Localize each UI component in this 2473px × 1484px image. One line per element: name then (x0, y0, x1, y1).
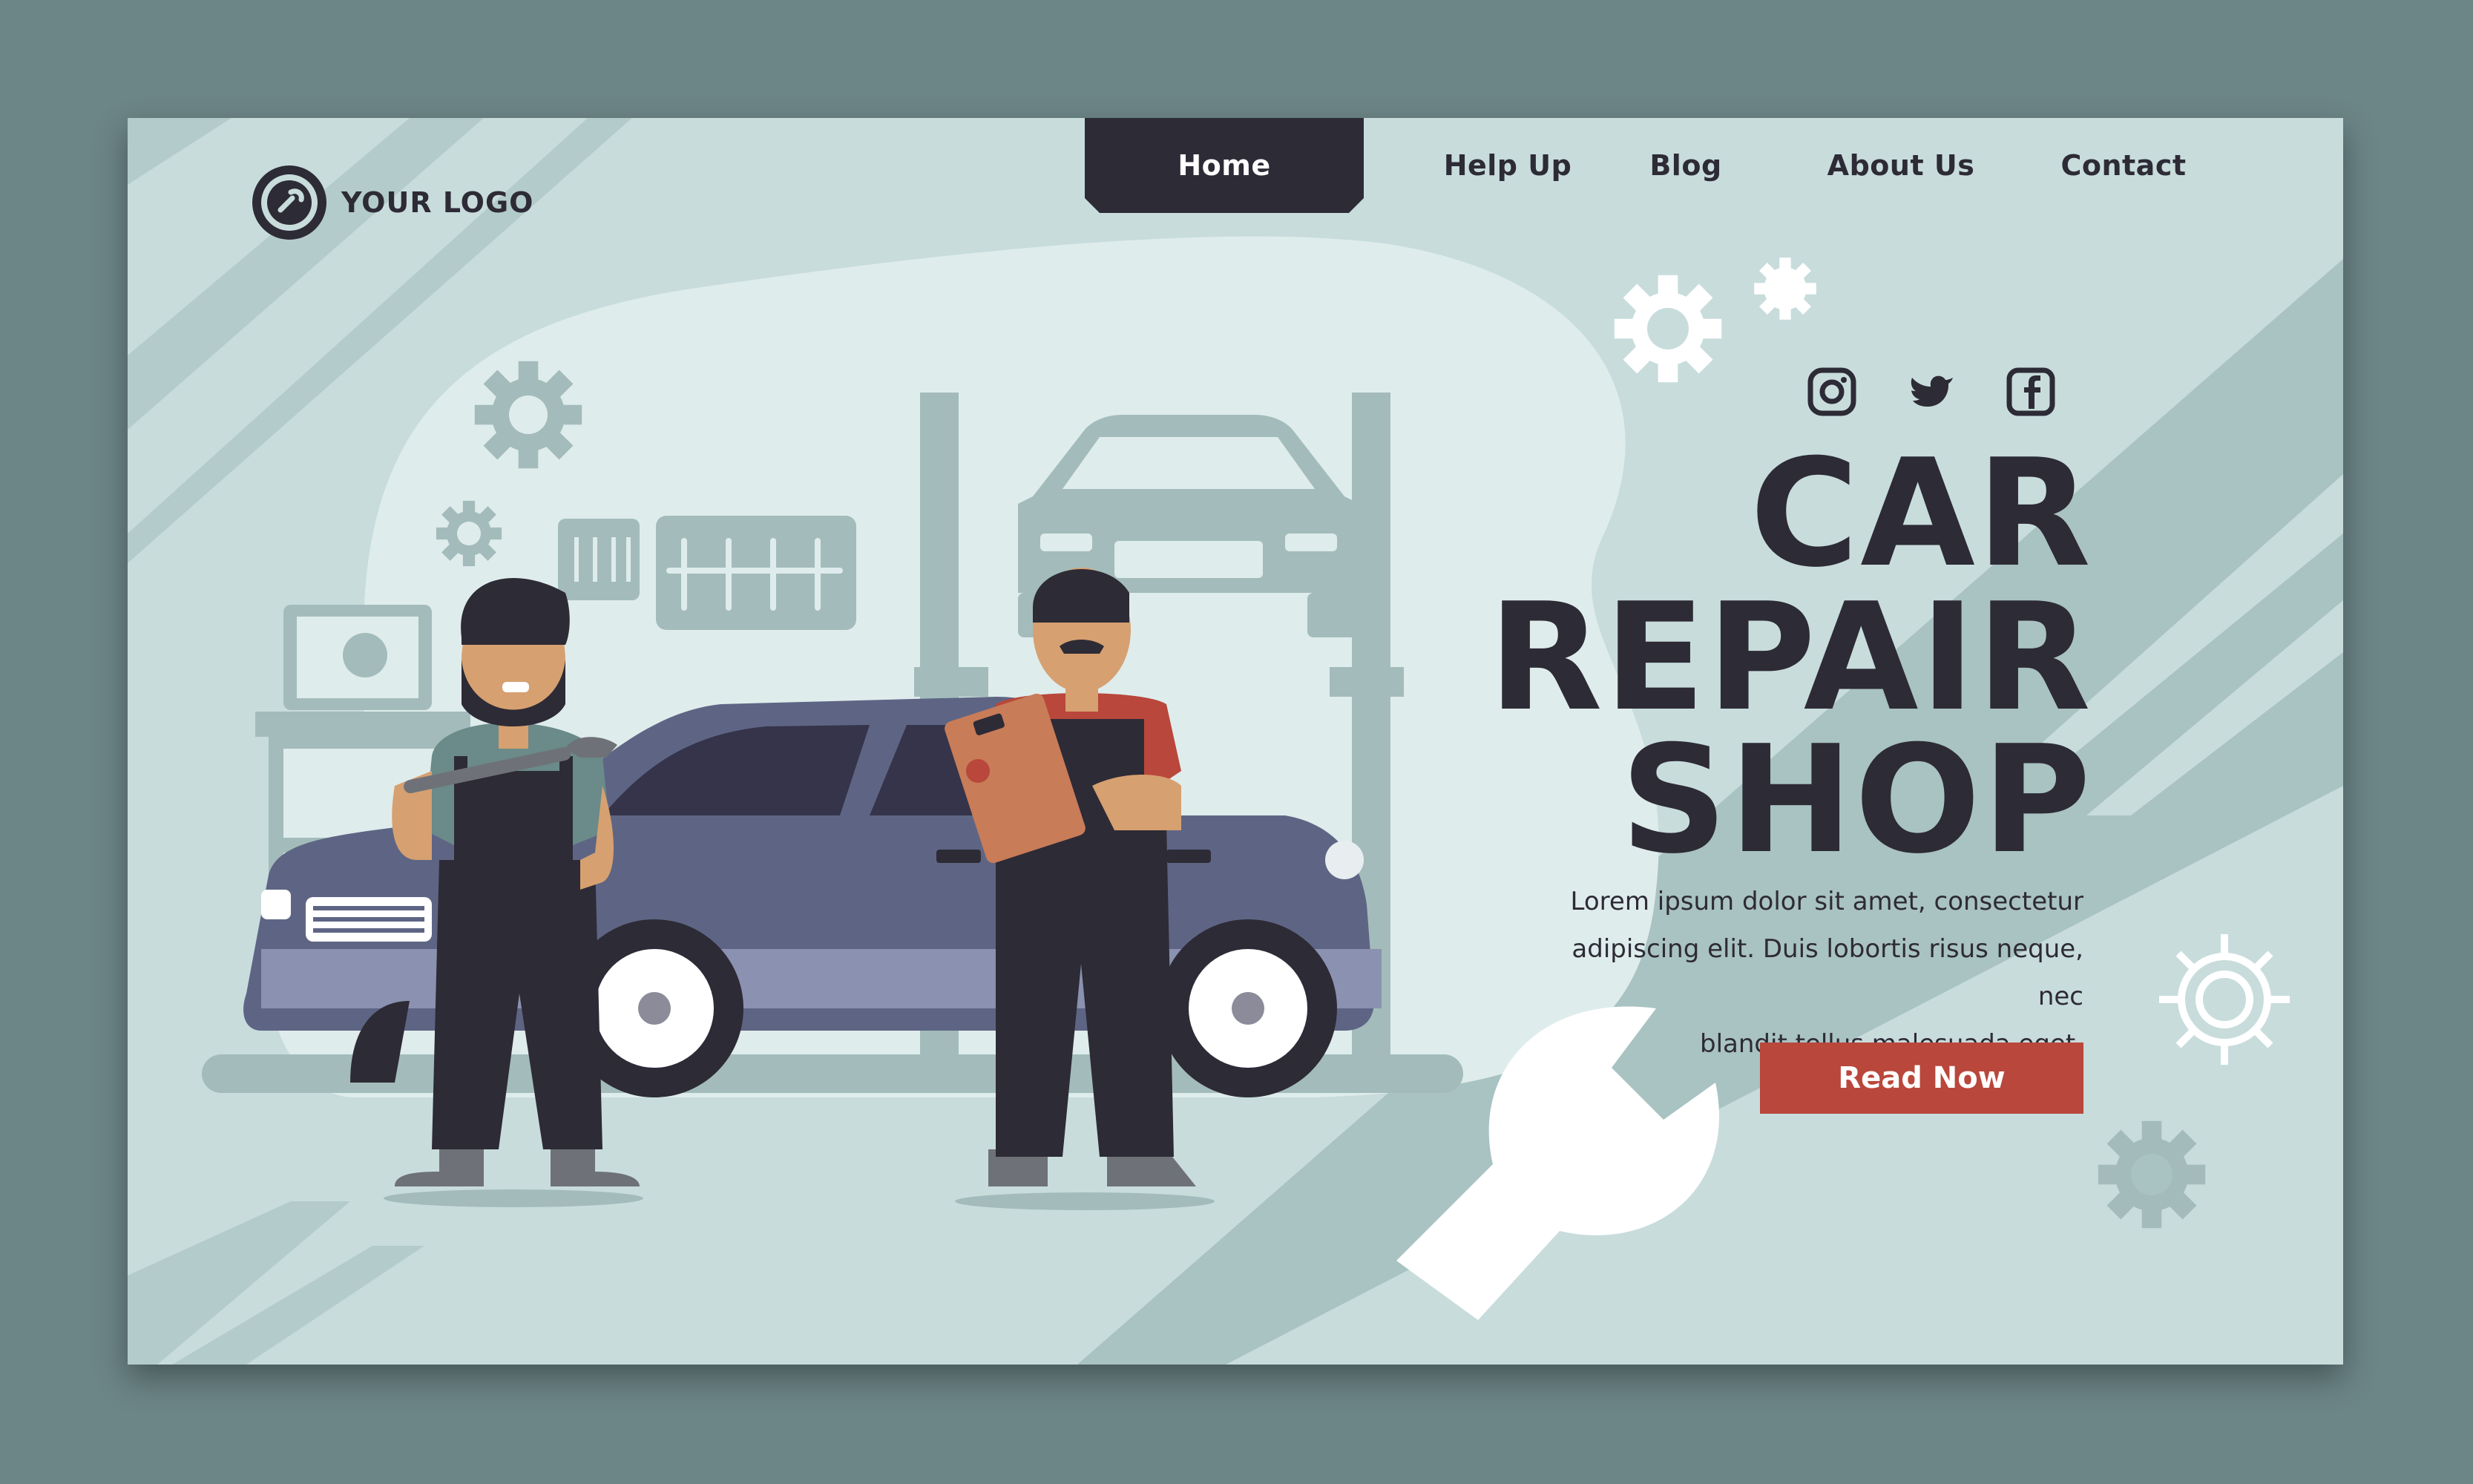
hero-description-line: Lorem ipsum dolor sit amet, consectetur (1570, 887, 2083, 916)
read-now-button[interactable]: Read Now (1760, 1043, 2083, 1114)
social-links (1806, 366, 2057, 418)
hero-title-line-2: REPAIR (1488, 571, 2092, 744)
hero-description: Lorem ipsum dolor sit amet, consectetur … (1520, 878, 2083, 1068)
facebook-icon[interactable] (2005, 366, 2057, 418)
nav-home[interactable]: Home (1085, 118, 1364, 213)
hero-description-line: adipiscing elit. Duis lobortis risus neq… (1572, 934, 2083, 1011)
hero-title-line-1: CAR (1750, 427, 2092, 600)
nav-blog[interactable]: Blog (1619, 118, 1753, 213)
twitter-icon[interactable] (1905, 366, 1957, 418)
gear-wrench-logo-icon (252, 165, 326, 240)
logo-text: YOUR LOGO (341, 186, 534, 219)
hero-title-line-3: SHOP (1620, 714, 2092, 887)
nav-help-up[interactable]: Help Up (1433, 118, 1582, 213)
instagram-icon[interactable] (1806, 366, 1858, 418)
nav-contact[interactable]: Contact (2049, 118, 2198, 213)
logo[interactable]: YOUR LOGO (251, 164, 533, 241)
nav-about-us[interactable]: About Us (1827, 118, 1975, 213)
landing-page: Home Help Up Blog About Us Contact YOUR … (128, 118, 2343, 1365)
